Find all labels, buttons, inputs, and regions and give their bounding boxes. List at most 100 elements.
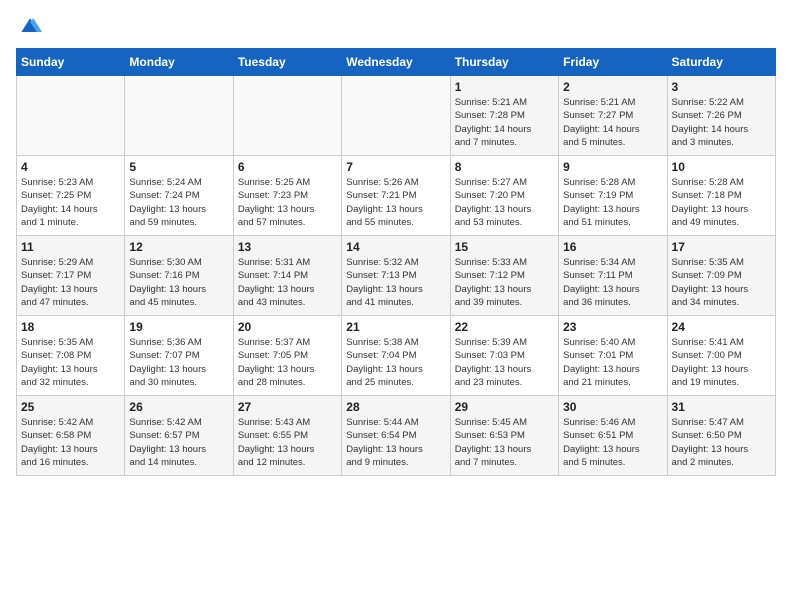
day-number: 11: [21, 240, 120, 254]
calendar-week-4: 18Sunrise: 5:35 AM Sunset: 7:08 PM Dayli…: [17, 316, 776, 396]
calendar-cell: 17 Sunrise: 5:35 AM Sunset: 7:09 PM Dayli…: [667, 236, 775, 316]
calendar-cell: 29Sunrise: 5:45 AM Sunset: 6:53 PM Dayli…: [450, 396, 558, 476]
day-number: 21: [346, 320, 445, 334]
calendar-cell: [125, 76, 233, 156]
day-info: Sunrise: 5:31 AM Sunset: 7:14 PM Dayligh…: [238, 256, 337, 309]
calendar-week-2: 4 Sunrise: 5:23 AM Sunset: 7:25 PM Daylig…: [17, 156, 776, 236]
calendar-cell: 5 Sunrise: 5:24 AM Sunset: 7:24 PM Daylig…: [125, 156, 233, 236]
calendar-cell: 24Sunrise: 5:41 AM Sunset: 7:00 PM Dayli…: [667, 316, 775, 396]
day-info: Sunrise: 5:26 AM Sunset: 7:21 PM Dayligh…: [346, 176, 445, 229]
calendar-cell: 6 Sunrise: 5:25 AM Sunset: 7:23 PM Daylig…: [233, 156, 341, 236]
day-number: 13: [238, 240, 337, 254]
calendar-cell: 22 Sunrise: 5:39 AM Sunset: 7:03 PM Dayli…: [450, 316, 558, 396]
day-info: Sunrise: 5:21 AM Sunset: 7:27 PM Dayligh…: [563, 96, 662, 149]
calendar-week-1: 1 Sunrise: 5:21 AM Sunset: 7:28 PM Daylig…: [17, 76, 776, 156]
day-info: Sunrise: 5:37 AM Sunset: 7:05 PM Dayligh…: [238, 336, 337, 389]
day-number: 2: [563, 80, 662, 94]
day-info: Sunrise: 5:25 AM Sunset: 7:23 PM Dayligh…: [238, 176, 337, 229]
day-header-thursday: Thursday: [450, 49, 558, 76]
calendar-cell: 12 Sunrise: 5:30 AM Sunset: 7:16 PM Dayli…: [125, 236, 233, 316]
day-number: 5: [129, 160, 228, 174]
day-info: Sunrise: 5:28 AM Sunset: 7:19 PM Dayligh…: [563, 176, 662, 229]
day-info: Sunrise: 5:39 AM Sunset: 7:03 PM Dayligh…: [455, 336, 554, 389]
calendar-cell: 27Sunrise: 5:43 AM Sunset: 6:55 PM Dayli…: [233, 396, 341, 476]
day-header-wednesday: Wednesday: [342, 49, 450, 76]
day-number: 25: [21, 400, 120, 414]
day-header-saturday: Saturday: [667, 49, 775, 76]
calendar-body: 1 Sunrise: 5:21 AM Sunset: 7:28 PM Daylig…: [17, 76, 776, 476]
day-info: Sunrise: 5:44 AM Sunset: 6:54 PM Dayligh…: [346, 416, 445, 469]
page-header: [16, 16, 776, 36]
day-info: Sunrise: 5:22 AM Sunset: 7:26 PM Dayligh…: [672, 96, 771, 149]
day-info: Sunrise: 5:29 AM Sunset: 7:17 PM Dayligh…: [21, 256, 120, 309]
day-header-friday: Friday: [559, 49, 667, 76]
calendar-cell: 23 Sunrise: 5:40 AM Sunset: 7:01 PM Dayli…: [559, 316, 667, 396]
day-number: 31: [672, 400, 771, 414]
calendar-cell: 7 Sunrise: 5:26 AM Sunset: 7:21 PM Daylig…: [342, 156, 450, 236]
calendar-cell: 15Sunrise: 5:33 AM Sunset: 7:12 PM Dayli…: [450, 236, 558, 316]
day-number: 30: [563, 400, 662, 414]
calendar-cell: 16Sunrise: 5:34 AM Sunset: 7:11 PM Dayli…: [559, 236, 667, 316]
day-number: 24: [672, 320, 771, 334]
day-number: 4: [21, 160, 120, 174]
calendar-cell: 11 Sunrise: 5:29 AM Sunset: 7:17 PM Dayli…: [17, 236, 125, 316]
day-header-monday: Monday: [125, 49, 233, 76]
calendar-cell: [17, 76, 125, 156]
day-info: Sunrise: 5:35 AM Sunset: 7:08 PM Dayligh…: [21, 336, 120, 389]
day-info: Sunrise: 5:43 AM Sunset: 6:55 PM Dayligh…: [238, 416, 337, 469]
day-info: Sunrise: 5:42 AM Sunset: 6:58 PM Dayligh…: [21, 416, 120, 469]
day-number: 10: [672, 160, 771, 174]
calendar-week-5: 25 Sunrise: 5:42 AM Sunset: 6:58 PM Dayli…: [17, 396, 776, 476]
calendar-table: SundayMondayTuesdayWednesdayThursdayFrid…: [16, 48, 776, 476]
calendar-cell: 9 Sunrise: 5:28 AM Sunset: 7:19 PM Daylig…: [559, 156, 667, 236]
calendar-cell: 10 Sunrise: 5:28 AM Sunset: 7:18 PM Dayli…: [667, 156, 775, 236]
day-info: Sunrise: 5:36 AM Sunset: 7:07 PM Dayligh…: [129, 336, 228, 389]
day-number: 17: [672, 240, 771, 254]
calendar-header: SundayMondayTuesdayWednesdayThursdayFrid…: [17, 49, 776, 76]
calendar-cell: 2 Sunrise: 5:21 AM Sunset: 7:27 PM Daylig…: [559, 76, 667, 156]
day-info: Sunrise: 5:27 AM Sunset: 7:20 PM Dayligh…: [455, 176, 554, 229]
calendar-cell: 26Sunrise: 5:42 AM Sunset: 6:57 PM Dayli…: [125, 396, 233, 476]
day-number: 19: [129, 320, 228, 334]
logo: [16, 16, 42, 36]
day-info: Sunrise: 5:28 AM Sunset: 7:18 PM Dayligh…: [672, 176, 771, 229]
day-number: 14: [346, 240, 445, 254]
day-number: 23: [563, 320, 662, 334]
day-number: 9: [563, 160, 662, 174]
calendar-cell: 25 Sunrise: 5:42 AM Sunset: 6:58 PM Dayli…: [17, 396, 125, 476]
day-info: Sunrise: 5:24 AM Sunset: 7:24 PM Dayligh…: [129, 176, 228, 229]
day-info: Sunrise: 5:30 AM Sunset: 7:16 PM Dayligh…: [129, 256, 228, 309]
calendar-cell: 19 Sunrise: 5:36 AM Sunset: 7:07 PM Dayli…: [125, 316, 233, 396]
day-number: 7: [346, 160, 445, 174]
day-number: 12: [129, 240, 228, 254]
day-info: Sunrise: 5:42 AM Sunset: 6:57 PM Dayligh…: [129, 416, 228, 469]
calendar-cell: 4 Sunrise: 5:23 AM Sunset: 7:25 PM Daylig…: [17, 156, 125, 236]
day-number: 6: [238, 160, 337, 174]
day-number: 3: [672, 80, 771, 94]
day-number: 1: [455, 80, 554, 94]
day-number: 20: [238, 320, 337, 334]
day-info: Sunrise: 5:23 AM Sunset: 7:25 PM Dayligh…: [21, 176, 120, 229]
calendar-week-3: 11 Sunrise: 5:29 AM Sunset: 7:17 PM Dayli…: [17, 236, 776, 316]
day-info: Sunrise: 5:21 AM Sunset: 7:28 PM Dayligh…: [455, 96, 554, 149]
day-number: 15: [455, 240, 554, 254]
day-info: Sunrise: 5:35 AM Sunset: 7:09 PM Dayligh…: [672, 256, 771, 309]
calendar-cell: 31 Sunrise: 5:47 AM Sunset: 6:50 PM Dayli…: [667, 396, 775, 476]
day-number: 28: [346, 400, 445, 414]
calendar-cell: 14 Sunrise: 5:32 AM Sunset: 7:13 PM Dayli…: [342, 236, 450, 316]
calendar-cell: [342, 76, 450, 156]
day-number: 16: [563, 240, 662, 254]
calendar-cell: 20 Sunrise: 5:37 AM Sunset: 7:05 PM Dayli…: [233, 316, 341, 396]
day-number: 29: [455, 400, 554, 414]
calendar-cell: 28 Sunrise: 5:44 AM Sunset: 6:54 PM Dayli…: [342, 396, 450, 476]
days-header-row: SundayMondayTuesdayWednesdayThursdayFrid…: [17, 49, 776, 76]
calendar-cell: [233, 76, 341, 156]
day-info: Sunrise: 5:40 AM Sunset: 7:01 PM Dayligh…: [563, 336, 662, 389]
calendar-cell: 3 Sunrise: 5:22 AM Sunset: 7:26 PM Daylig…: [667, 76, 775, 156]
calendar-cell: 30Sunrise: 5:46 AM Sunset: 6:51 PM Dayli…: [559, 396, 667, 476]
calendar-cell: 8Sunrise: 5:27 AM Sunset: 7:20 PM Daylig…: [450, 156, 558, 236]
calendar-cell: 1 Sunrise: 5:21 AM Sunset: 7:28 PM Daylig…: [450, 76, 558, 156]
day-info: Sunrise: 5:32 AM Sunset: 7:13 PM Dayligh…: [346, 256, 445, 309]
day-info: Sunrise: 5:47 AM Sunset: 6:50 PM Dayligh…: [672, 416, 771, 469]
day-number: 22: [455, 320, 554, 334]
